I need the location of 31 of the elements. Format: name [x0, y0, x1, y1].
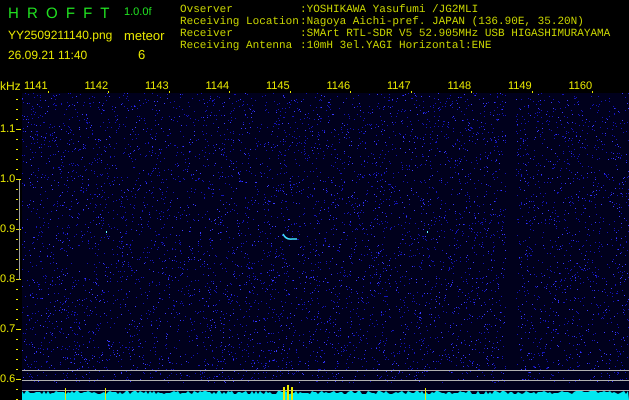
info-value: :10mH 3el.YAGI Horizontal:ENE: [300, 40, 492, 52]
app-version: 1.0.0f: [124, 5, 152, 20]
frequency-label: 1147: [387, 80, 411, 93]
info-label: Receiver: [180, 28, 234, 40]
info-label: Ovserver: [180, 4, 234, 16]
frequency-label: 1144: [206, 80, 230, 93]
info-value: :Nagoya Aichi-pref. JAPAN (136.90E, 35.20N): [300, 16, 584, 28]
frequency-label: 1145: [266, 80, 290, 93]
event-type: meteor: [124, 26, 164, 44]
amplitude-label: 1.0: [0, 172, 16, 187]
frequency-label: 1143: [145, 80, 169, 93]
timestamp: 26.09.21 11:40: [8, 47, 88, 64]
frequency-label: 1142: [84, 80, 108, 93]
app-title: H R O F F T: [8, 4, 112, 24]
amplitude-label: 0.9: [0, 222, 16, 237]
frequency-label: 1148: [448, 80, 472, 93]
file-name: YY2509211140.png: [8, 27, 114, 44]
amplitude-label: 0.7: [0, 322, 16, 337]
amplitude-label: 0.6: [0, 372, 16, 387]
info-label: Receiving Location: [180, 16, 300, 28]
frequency-label: 1149: [508, 80, 532, 93]
amplitude-label: 1.1: [0, 122, 16, 137]
amplitude-label: 0.8: [0, 272, 16, 287]
frequency-label: 1160: [568, 80, 592, 93]
info-value: :SMArt RTL-SDR V5 52.905MHz USB HIGASHIMURAYAMA: [300, 28, 610, 40]
axis-unit: kHz: [0, 79, 22, 93]
frequency-label: 1146: [326, 80, 350, 93]
event-count: 6: [137, 46, 146, 64]
info-value: :YOSHIKAWA Yasufumi /JG2MLI: [300, 4, 478, 16]
info-label: Receiving Antenna: [180, 40, 294, 52]
frequency-label: 1141: [24, 80, 48, 93]
